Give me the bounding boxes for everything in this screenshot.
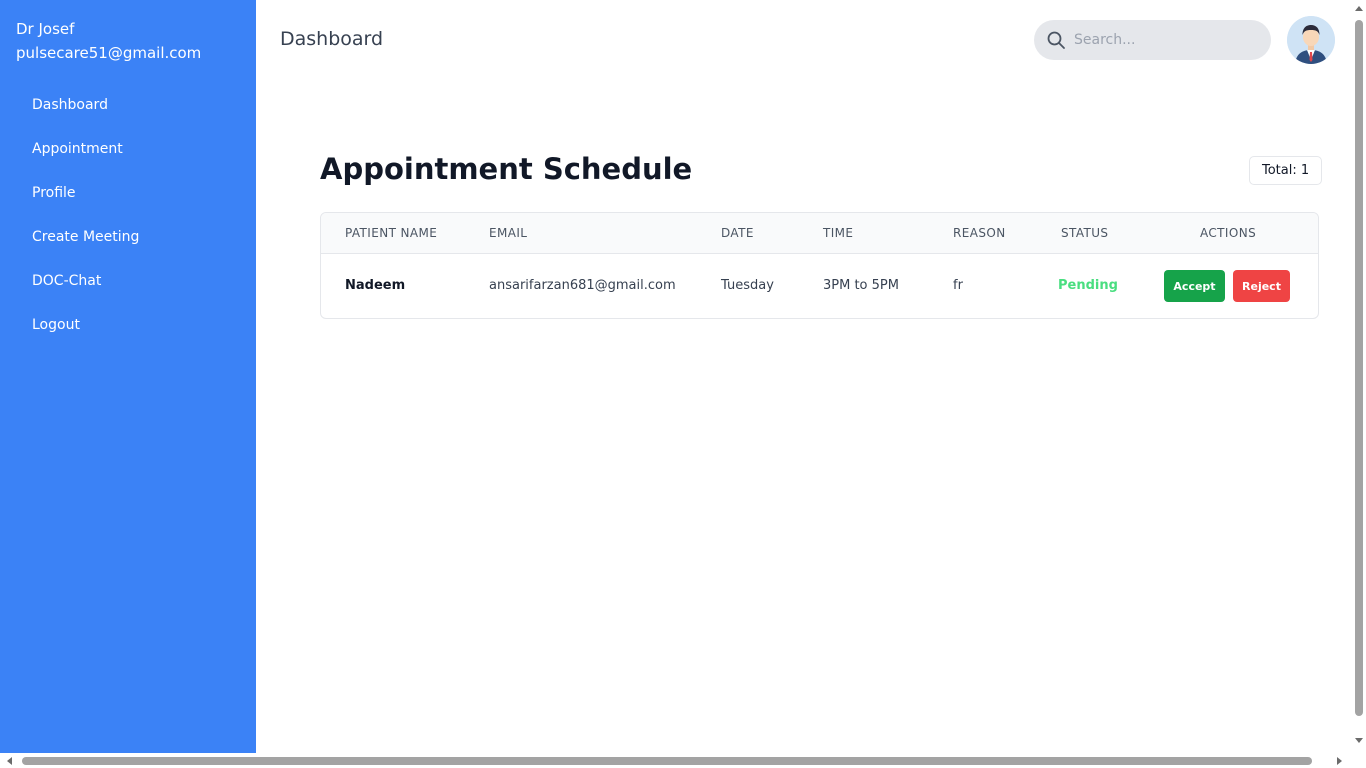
cell-patient-name: Nadeem — [345, 278, 406, 293]
column-header-actions: ACTIONS — [1200, 226, 1257, 240]
sidebar-nav: Dashboard Appointment Profile Create Mee… — [0, 83, 256, 347]
accept-button[interactable]: Accept — [1164, 270, 1225, 302]
page-title: Appointment Schedule — [320, 152, 693, 186]
vertical-scrollbar[interactable] — [1352, 0, 1366, 753]
horizontal-scrollbar[interactable] — [0, 753, 1352, 768]
cell-time: 3PM to 5PM — [823, 278, 899, 293]
appointment-table: PATIENT NAME EMAIL DATE TIME REASON STAT… — [320, 212, 1319, 319]
sidebar-item-logout[interactable]: Logout — [0, 303, 256, 347]
column-header-reason: REASON — [953, 226, 1006, 240]
sidebar-item-create-meeting[interactable]: Create Meeting — [0, 215, 256, 259]
sidebar-item-profile[interactable]: Profile — [0, 171, 256, 215]
user-info: Dr Josef pulsecare51@gmail.com — [0, 0, 256, 65]
column-header-time: TIME — [823, 226, 854, 240]
table-row: Nadeem ansarifarzan681@gmail.com Tuesday… — [321, 254, 1318, 318]
table-header: PATIENT NAME EMAIL DATE TIME REASON STAT… — [321, 213, 1318, 254]
reject-button[interactable]: Reject — [1233, 270, 1290, 302]
column-header-patient-name: PATIENT NAME — [345, 226, 438, 240]
search-icon — [1047, 31, 1065, 49]
sidebar: Dr Josef pulsecare51@gmail.com Dashboard… — [0, 0, 256, 753]
cell-email: ansarifarzan681@gmail.com — [489, 278, 676, 293]
cell-reason: fr — [953, 278, 963, 293]
search-input[interactable] — [1074, 32, 1254, 48]
user-name: Dr Josef — [16, 20, 75, 38]
sidebar-item-doc-chat[interactable]: DOC-Chat — [0, 259, 256, 303]
avatar[interactable] — [1287, 16, 1335, 64]
total-badge: Total: 1 — [1249, 156, 1323, 185]
doctor-avatar-icon — [1287, 16, 1335, 64]
status-badge: Pending — [1058, 278, 1118, 293]
column-header-email: EMAIL — [489, 226, 528, 240]
sidebar-item-dashboard[interactable]: Dashboard — [0, 83, 256, 127]
horizontal-scrollbar-thumb[interactable] — [22, 757, 1312, 765]
main-content: Dashboard Appointment Schedule Total: 1 … — [256, 0, 1352, 753]
scroll-right-arrow-icon[interactable] — [1337, 757, 1342, 765]
column-header-date: DATE — [721, 226, 754, 240]
vertical-scrollbar-thumb[interactable] — [1355, 20, 1363, 716]
search-box[interactable] — [1034, 20, 1271, 60]
cell-date: Tuesday — [721, 278, 774, 293]
scroll-down-arrow-icon[interactable] — [1355, 738, 1363, 743]
sidebar-item-appointment[interactable]: Appointment — [0, 127, 256, 171]
user-email: pulsecare51@gmail.com — [16, 44, 202, 62]
column-header-status: STATUS — [1061, 226, 1109, 240]
scroll-up-arrow-icon[interactable] — [1355, 6, 1363, 11]
header-title: Dashboard — [280, 28, 384, 50]
scroll-left-arrow-icon[interactable] — [7, 757, 12, 765]
